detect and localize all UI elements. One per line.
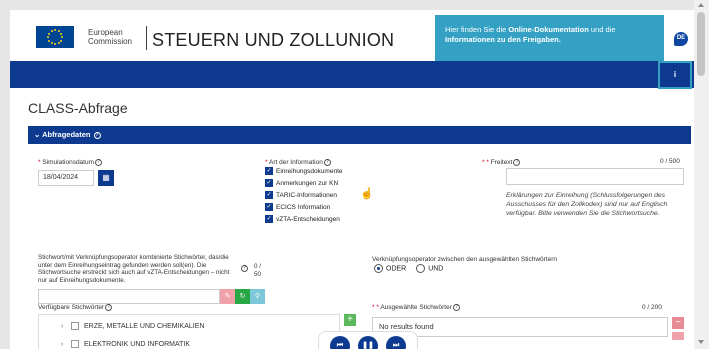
freitext-label: * * Freitext? [482, 159, 521, 166]
calendar-icon[interactable]: ▦ [98, 170, 114, 186]
keyword-search-input[interactable] [38, 289, 220, 304]
simulation-date-label: * Simulationsdatum? [38, 159, 103, 166]
checkbox-checked-icon[interactable]: ✓ [265, 215, 273, 224]
flag-star-icon [54, 29, 56, 31]
flag-star-icon [54, 43, 56, 45]
flag-star-icon [47, 32, 50, 35]
remove-keyword-button[interactable]: − [672, 317, 684, 329]
scroll-up-icon[interactable] [698, 3, 704, 7]
help-icon[interactable]: ? [323, 159, 331, 166]
keyword-search-label: Stichwort/mit Verknüpfungsoperator kombi… [38, 254, 230, 284]
checkbox-vzta[interactable]: ✓ vZTA-Entscheidungen [265, 215, 340, 225]
release-info-link[interactable]: Informationen zu den Freigaben. [445, 35, 561, 44]
skip-back-icon[interactable]: ⏮ [330, 336, 350, 349]
page: European Commission STEUERN UND ZOLLUNIO… [10, 10, 694, 349]
checkbox-checked-icon[interactable]: ✓ [265, 191, 273, 200]
eu-flag-logo[interactable] [36, 26, 74, 48]
logo-divider [146, 26, 147, 50]
commission-logo-text: European Commission [88, 28, 133, 46]
site-header: European Commission STEUERN UND ZOLLUNIO… [10, 10, 694, 61]
hand-cursor-icon: ☝ [360, 188, 374, 200]
freitext-input[interactable] [506, 168, 684, 185]
help-icon[interactable]: ? [93, 131, 101, 139]
scroll-thumb[interactable] [697, 12, 705, 76]
flag-star-icon [60, 39, 63, 42]
checkbox[interactable] [71, 322, 79, 331]
scroll-down-icon[interactable] [698, 340, 704, 344]
checkbox-taric[interactable]: ✓ TARIC-Informationen [265, 191, 337, 201]
chevron-down-icon: ⌄ [34, 130, 41, 139]
chevron-right-icon[interactable]: › [61, 321, 71, 333]
checkbox-checked-icon[interactable]: ✓ [265, 167, 273, 176]
flag-star-icon [57, 29, 60, 32]
help-icon[interactable]: ? [452, 304, 460, 311]
checkbox[interactable] [71, 340, 79, 349]
playback-controls: ⏮ ❚❚ ⏭ [318, 331, 418, 349]
query-data-panel-header[interactable]: ⌄ Abfragedaten ? [28, 126, 691, 144]
online-documentation-link[interactable]: Online-Dokumentation [508, 25, 588, 34]
language-selector-button[interactable]: DE [674, 32, 688, 46]
help-icon[interactable]: ? [241, 265, 248, 272]
eraser-icon[interactable] [672, 332, 684, 340]
checkbox-einreihungsdokumente[interactable]: ✓ Einreihungsdokumente [265, 167, 343, 177]
radio-oder[interactable] [374, 264, 383, 273]
checkbox-anmerkungen-kn[interactable]: ✓ Anmerkungen zur KN [265, 179, 338, 189]
info-icon[interactable]: i [658, 61, 692, 89]
refresh-icon[interactable]: ↻ [235, 289, 250, 304]
checkbox-ecics[interactable]: ✓ ECICS Information [265, 203, 330, 213]
tree-item[interactable]: › ELEKTRONIK UND INFORMATIK [61, 339, 190, 349]
page-title: CLASS-Abfrage [28, 100, 128, 116]
help-icon[interactable]: ? [105, 304, 113, 311]
available-keywords-label: Verfügbare Stichwörter? [38, 304, 113, 311]
flag-star-icon [61, 36, 63, 38]
add-keyword-button[interactable]: + [344, 314, 356, 326]
search-icon[interactable]: ⚲ [250, 289, 265, 304]
site-title: STEUERN UND ZOLLUNION [152, 30, 395, 50]
chevron-right-icon[interactable]: › [61, 339, 71, 349]
operator-label: Verknüpfungsoperator zwischen den ausgew… [372, 256, 558, 263]
operator-radio-group: ODER UND [374, 264, 443, 274]
flag-star-icon [50, 42, 53, 45]
main-navigation-bar [10, 61, 694, 88]
checkbox-checked-icon[interactable]: ✓ [265, 179, 273, 188]
selected-keywords-counter: 0 / 200 [642, 304, 662, 311]
pause-icon[interactable]: ❚❚ [358, 336, 378, 349]
freitext-hint: Erklärungen zur Einreihung (Schlussfolge… [506, 192, 668, 217]
vertical-scrollbar[interactable] [694, 0, 709, 349]
flag-star-icon [60, 32, 63, 35]
info-type-label: * Art der Information? [265, 159, 331, 166]
help-icon[interactable]: ? [513, 159, 521, 166]
selected-keywords-label: * * Ausgewählte Stichwörter? [372, 304, 460, 311]
documentation-banner[interactable]: Hier finden Sie die Online-Dokumentation… [435, 15, 664, 61]
eraser-icon[interactable]: ✎ [220, 289, 235, 304]
radio-und[interactable] [416, 264, 426, 273]
skip-forward-icon[interactable]: ⏭ [386, 336, 406, 349]
freitext-counter: 0 / 500 [660, 158, 680, 165]
flag-star-icon [47, 39, 50, 42]
checkbox-checked-icon[interactable]: ✓ [265, 203, 273, 212]
flag-star-icon [57, 42, 60, 45]
tree-item[interactable]: › ERZE, METALLE UND CHEMIKALIEN [61, 321, 204, 333]
available-keywords-tree: › ERZE, METALLE UND CHEMIKALIEN › ELEKTRON… [38, 314, 340, 349]
keyword-counter: 0 / 50 [254, 263, 262, 278]
simulation-date-input[interactable]: 18/04/2024 [38, 170, 94, 186]
help-icon[interactable]: ? [95, 159, 103, 166]
flag-star-icon [50, 29, 53, 32]
flag-star-icon [47, 36, 49, 38]
